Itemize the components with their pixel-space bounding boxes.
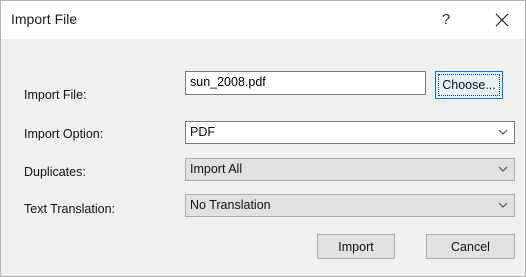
chevron-down-icon bbox=[498, 129, 508, 135]
import-option-select[interactable]: PDF bbox=[185, 121, 515, 144]
import-button-label: Import bbox=[338, 239, 374, 254]
title-bar: Import File ? bbox=[1, 1, 525, 39]
import-option-label: Import Option: bbox=[24, 127, 104, 141]
import-file-dialog: Import File ? Import File: sun_2008.pdf … bbox=[0, 0, 526, 277]
cancel-button-label: Cancel bbox=[451, 239, 490, 254]
import-option-value: PDF bbox=[190, 125, 215, 139]
import-button[interactable]: Import bbox=[317, 234, 395, 259]
focus-rectangle bbox=[438, 74, 500, 96]
choose-button[interactable]: Choose... bbox=[435, 71, 503, 99]
text-translation-value: No Translation bbox=[190, 198, 271, 212]
close-button[interactable] bbox=[487, 8, 517, 32]
duplicates-value: Import All bbox=[190, 162, 243, 176]
help-button[interactable]: ? bbox=[433, 8, 459, 32]
text-translation-label: Text Translation: bbox=[24, 202, 116, 216]
import-file-path-input[interactable]: sun_2008.pdf bbox=[185, 71, 426, 95]
duplicates-label: Duplicates: bbox=[24, 165, 86, 179]
cancel-button[interactable]: Cancel bbox=[426, 234, 515, 259]
text-translation-select[interactable]: No Translation bbox=[185, 194, 515, 217]
close-icon bbox=[495, 13, 509, 27]
dialog-title: Import File bbox=[11, 11, 78, 27]
import-file-label: Import File: bbox=[24, 88, 87, 102]
duplicates-select[interactable]: Import All bbox=[185, 158, 515, 181]
chevron-down-icon bbox=[498, 202, 508, 208]
chevron-down-icon bbox=[498, 166, 508, 172]
